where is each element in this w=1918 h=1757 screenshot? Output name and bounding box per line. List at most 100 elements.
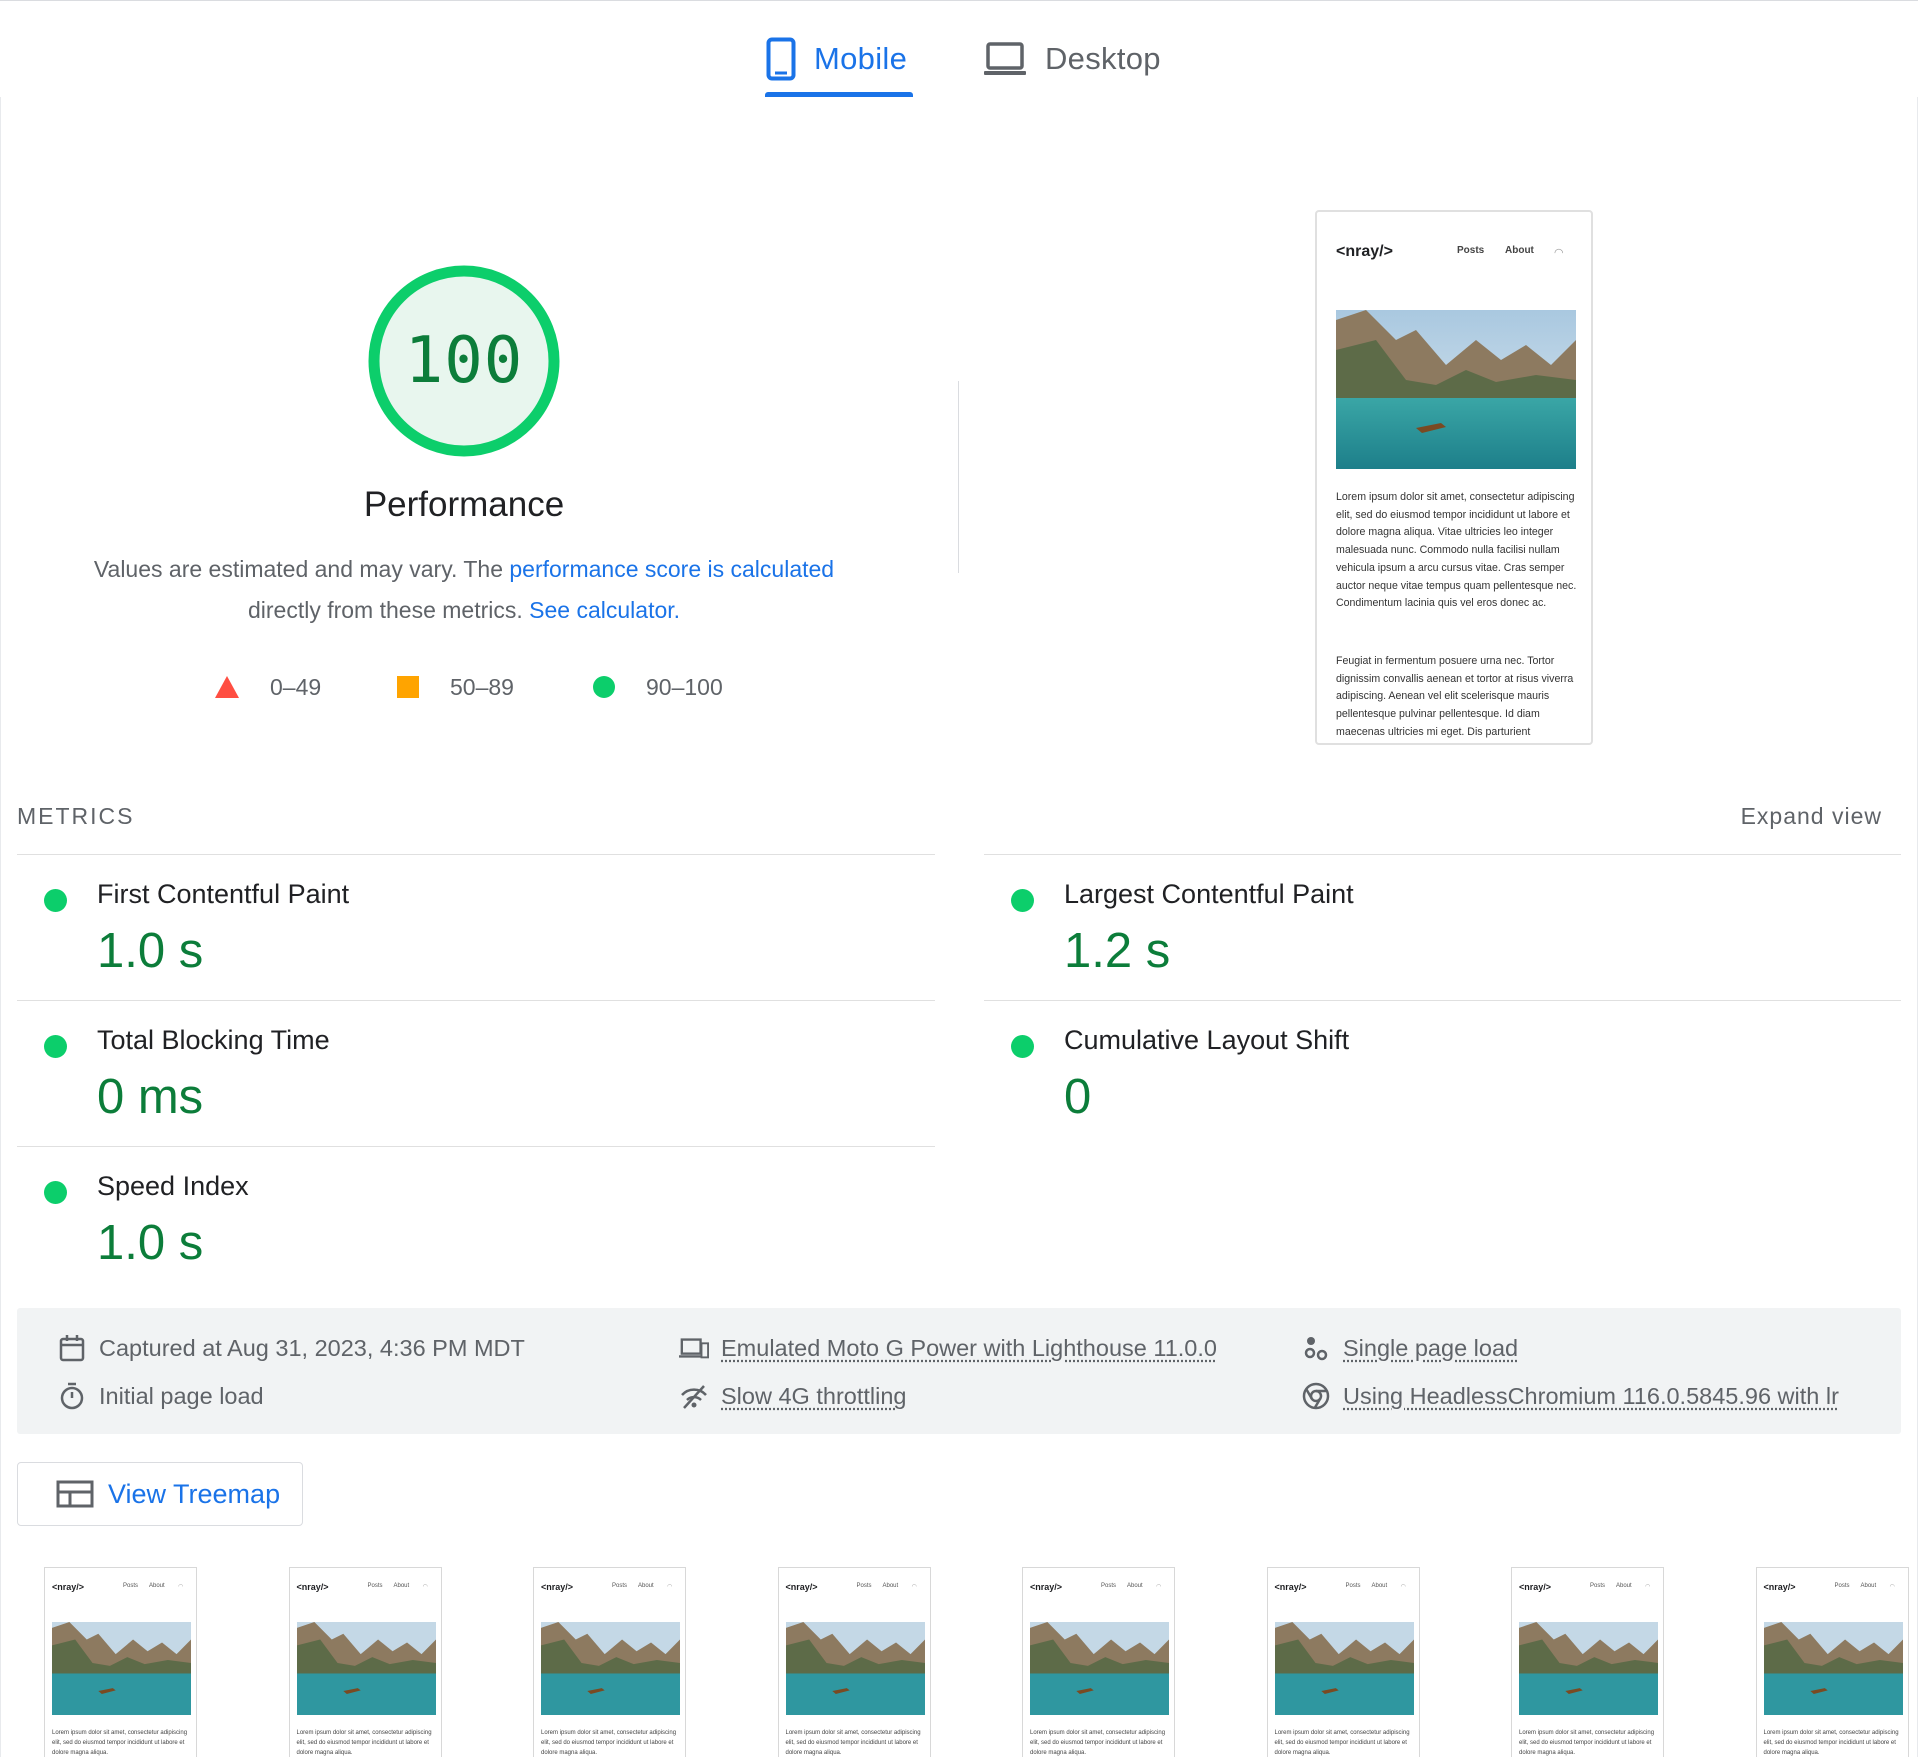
score-calculated-link[interactable]: performance score is calculated <box>509 556 834 582</box>
frame-landscape-image <box>296 1622 436 1715</box>
final-screenshot[interactable]: <nray/> Posts About ◠ Lorem ipsum dolor … <box>1315 210 1593 745</box>
tab-desktop-label: Desktop <box>1045 41 1161 76</box>
gauge-description: Values are estimated and may vary. The p… <box>64 549 864 631</box>
filmstrip-frame[interactable]: <nray/> Posts About ◠ Lorem ipsum dolor … <box>533 1567 686 1757</box>
filmstrip-frame[interactable]: <nray/> Posts About ◠ Lorem ipsum dolor … <box>44 1567 197 1757</box>
devices-icon <box>679 1333 709 1363</box>
frame-nav-about: About <box>882 1583 899 1589</box>
metric-total-blocking-time: Total Blocking Time 0 ms <box>17 1001 917 1141</box>
emulated-device[interactable]: Emulated Moto G Power with Lighthouse 11… <box>679 1328 1217 1368</box>
single-page-load-link[interactable]: Single page load <box>1343 1335 1518 1362</box>
frame-logo: <nray/> <box>1274 1582 1307 1592</box>
filmstrip-frame[interactable]: <nray/> Posts About ◠ Lorem ipsum dolor … <box>288 1567 442 1757</box>
browser-version[interactable]: Using HeadlessChromium 116.0.5845.96 wit… <box>1301 1376 1871 1416</box>
frame-text: Lorem ipsum dolor sit amet, consectetur … <box>1519 1730 1655 1756</box>
frame-text: Lorem ipsum dolor sit amet, consectetur … <box>296 1730 432 1756</box>
metric-value: 1.0 s <box>97 924 204 978</box>
desc-middle: directly from these metrics. <box>247 597 530 623</box>
filmstrip-frame[interactable]: <nray/> Posts About ◠ Lorem ipsum dolor … <box>1511 1567 1664 1757</box>
frame-nav-posts: Posts <box>856 1583 872 1589</box>
metric-speed-index: Speed Index 1.0 s <box>17 1147 917 1287</box>
rss-icon: ◠ <box>667 1584 673 1590</box>
emulated-device-link[interactable]: Emulated Moto G Power with Lighthouse 11… <box>721 1335 1217 1362</box>
see-calculator-link[interactable]: See calculator. <box>529 597 680 623</box>
filmstrip-frame[interactable]: <nray/> Posts About ◠ Lorem ipsum dolor … <box>777 1567 931 1757</box>
legend-average: 50–89 <box>396 667 514 707</box>
metric-name: Cumulative Layout Shift <box>1064 1025 1350 1055</box>
frame-logo: <nray/> <box>1519 1582 1552 1592</box>
metric-value: 0 <box>1064 1070 1092 1124</box>
chrome-icon <box>1301 1381 1331 1411</box>
frame-text: Lorem ipsum dolor sit amet, consectetur … <box>1763 1730 1899 1756</box>
captured-at: Captured at Aug 31, 2023, 4:36 PM MDT <box>57 1328 525 1368</box>
desc-prefix: Values are estimated and may vary. The <box>93 556 510 582</box>
smartphone-icon <box>766 37 796 81</box>
tab-desktop[interactable]: Desktop <box>983 21 1161 97</box>
filmstrip-frame[interactable]: <nray/> Posts About ◠ Lorem ipsum dolor … <box>1755 1567 1909 1757</box>
initial-page-load: Initial page load <box>57 1376 264 1416</box>
metric-first-contentful-paint: First Contentful Paint 1.0 s <box>17 855 917 995</box>
metric-cumulative-layout-shift: Cumulative Layout Shift 0 <box>984 1001 1884 1141</box>
frame-nav-posts: Posts <box>1101 1583 1117 1589</box>
legend-pass: 90–100 <box>592 667 723 707</box>
filmstrip-frame[interactable]: <nray/> Posts About ◠ Lorem ipsum dolor … <box>1266 1567 1420 1757</box>
metric-value: 1.0 s <box>97 1216 204 1270</box>
view-treemap-label: View Treemap <box>108 1478 281 1509</box>
report-frame: Mobile Desktop 100 Performance Values ar… <box>0 0 1918 1757</box>
rss-icon: ◠ <box>1554 247 1564 259</box>
device-tabs: Mobile Desktop <box>0 1 1918 97</box>
frame-logo: <nray/> <box>541 1582 574 1592</box>
frame-text: Lorem ipsum dolor sit amet, consectetur … <box>52 1730 188 1756</box>
frame-logo: <nray/> <box>1030 1582 1063 1592</box>
captured-at-text: Captured at Aug 31, 2023, 4:36 PM MDT <box>99 1334 525 1361</box>
frame-nav-about: About <box>638 1583 654 1589</box>
square-icon <box>397 676 419 698</box>
pass-circle-icon <box>1011 889 1034 912</box>
preview-nav-posts: Posts <box>1457 245 1485 256</box>
circle-icon <box>593 676 615 698</box>
signal-icon <box>679 1381 709 1411</box>
frame-nav-about: About <box>149 1583 165 1589</box>
view-treemap-button[interactable]: View Treemap <box>17 1462 303 1526</box>
frame-landscape-image <box>52 1622 191 1715</box>
throttling-link[interactable]: Slow 4G throttling <box>721 1383 906 1410</box>
frame-nav-posts: Posts <box>612 1583 628 1589</box>
single-page-load[interactable]: Single page load <box>1301 1328 1518 1368</box>
frame-logo: <nray/> <box>785 1582 818 1592</box>
frame-landscape-image <box>541 1622 680 1715</box>
metric-value: 0 ms <box>97 1070 204 1124</box>
expand-view-toggle[interactable]: Expand view <box>1722 803 1882 830</box>
tab-mobile-label: Mobile <box>814 41 908 76</box>
left-border <box>0 97 1 1757</box>
pass-circle-icon <box>44 1181 67 1204</box>
metric-largest-contentful-paint: Largest Contentful Paint 1.2 s <box>984 855 1884 995</box>
tab-mobile[interactable]: Mobile <box>766 21 907 97</box>
rss-icon: ◠ <box>911 1584 917 1590</box>
browser-version-link[interactable]: Using HeadlessChromium 116.0.5845.96 wit… <box>1343 1383 1839 1410</box>
rss-icon: ◠ <box>1645 1584 1651 1590</box>
frame-landscape-image <box>1274 1622 1414 1715</box>
legend-fail-range: 0–49 <box>270 673 322 700</box>
preview-nav-about: About <box>1505 245 1534 256</box>
runtime-settings-panel: Captured at Aug 31, 2023, 4:36 PM MDT In… <box>17 1308 1901 1434</box>
frame-nav-posts: Posts <box>1834 1583 1850 1589</box>
preview-logo: <nray/> <box>1336 243 1393 260</box>
frame-landscape-image <box>1519 1622 1658 1715</box>
vertical-divider <box>958 381 959 573</box>
frame-landscape-image <box>1763 1622 1903 1715</box>
metric-name: First Contentful Paint <box>97 879 350 909</box>
legend-fail: 0–49 <box>214 667 321 707</box>
frame-logo: <nray/> <box>296 1582 329 1592</box>
frame-text: Lorem ipsum dolor sit amet, consectetur … <box>1274 1730 1410 1756</box>
initial-page-load-text: Initial page load <box>99 1382 264 1409</box>
rss-icon: ◠ <box>1156 1584 1162 1590</box>
filmstrip-frame[interactable]: <nray/> Posts About ◠ Lorem ipsum dolor … <box>1022 1567 1175 1757</box>
legend-average-range: 50–89 <box>450 673 514 700</box>
frame-logo: <nray/> <box>52 1582 85 1592</box>
frame-nav-about: About <box>393 1583 410 1589</box>
legend-pass-range: 90–100 <box>646 673 723 700</box>
frame-nav-posts: Posts <box>1345 1583 1361 1589</box>
network-throttling[interactable]: Slow 4G throttling <box>679 1376 906 1416</box>
rss-icon: ◠ <box>1400 1584 1406 1590</box>
frame-text: Lorem ipsum dolor sit amet, consectetur … <box>1030 1730 1166 1756</box>
